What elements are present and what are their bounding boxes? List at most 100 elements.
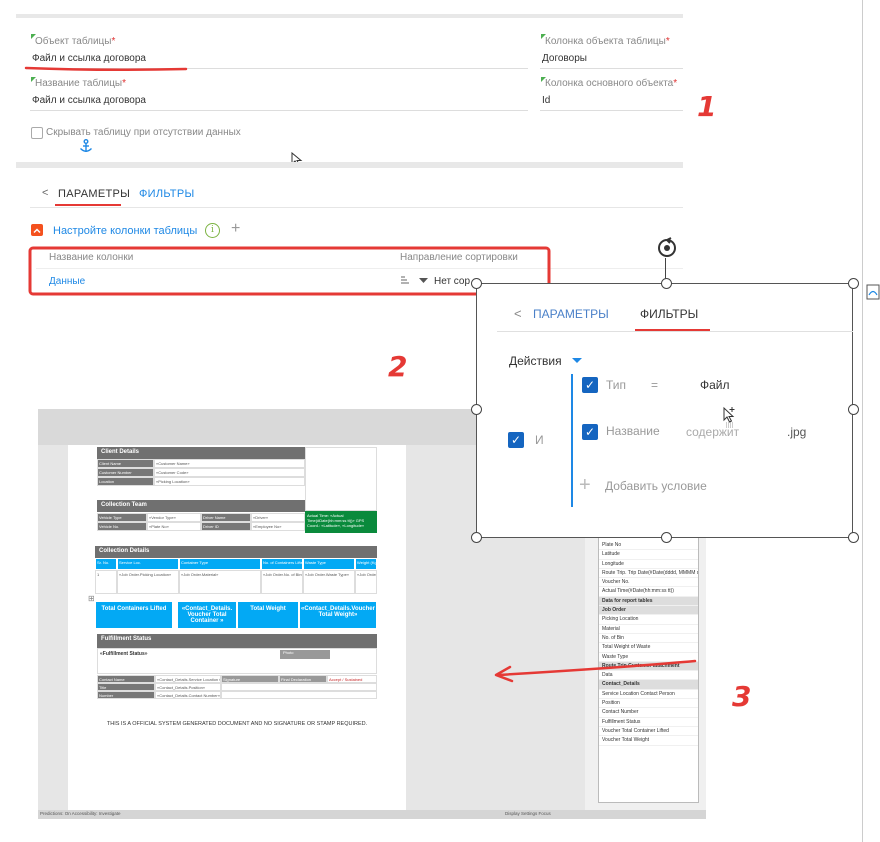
right-border [862, 0, 863, 842]
list-item[interactable]: Contact Number [599, 708, 698, 718]
list-item[interactable]: Longitude [599, 560, 698, 569]
field-underline [30, 110, 528, 111]
annotation-marker-3: 3 [732, 680, 752, 713]
list-item[interactable]: Fulfillment Status [599, 718, 698, 727]
condition-checkbox[interactable]: ✓ [582, 377, 598, 393]
table-row: Customer Number «Customer Code» [97, 468, 305, 477]
list-item[interactable]: Voucher No. [599, 578, 698, 588]
annotation-marker-1: 1 [697, 90, 717, 123]
rotate-handle-line [665, 258, 666, 280]
list-item[interactable]: Service Location Contact Person [599, 690, 698, 700]
list-item[interactable]: Voucher Total Weight [599, 736, 698, 746]
list-item[interactable]: Plate No [599, 541, 698, 551]
document-footer-text: THIS IS A OFFICIAL SYSTEM GENERATED DOCU… [106, 721, 368, 727]
list-item[interactable]: No. of Bin [599, 634, 698, 644]
table-name-field[interactable]: Файл и ссылка договора [32, 95, 522, 106]
table-cell: Title [97, 683, 155, 691]
popup-tab-parameters[interactable]: ПАРАМЕТРЫ [533, 307, 609, 321]
table-row: Vehicle No. «Plate No» Driver ID «Employee … [97, 522, 305, 531]
condition-checkbox[interactable]: ✓ [582, 424, 598, 440]
table-cell: Vehicle Type [97, 513, 147, 522]
popup-tab-filters[interactable]: ФИЛЬТРЫ [640, 307, 698, 321]
condition-value[interactable]: Файл [700, 378, 730, 392]
list-item[interactable]: Voucher Total Container Lifted [599, 727, 698, 737]
condition-operator[interactable]: = [651, 378, 658, 392]
status-left-text: Predictions: On Accessibility: Investiga… [40, 811, 121, 816]
table-cell: Driver ID [201, 522, 251, 531]
list-item[interactable]: Position [599, 699, 698, 709]
list-item[interactable]: Actual Time(#Date(hh:mm:ss tt)) [599, 587, 698, 597]
list-item[interactable]: Picking Location [599, 615, 698, 625]
tab-back-arrow-icon[interactable]: < [42, 187, 49, 199]
resize-handle-top[interactable] [661, 278, 672, 289]
resize-handle-bottom[interactable] [661, 532, 672, 543]
add-column-icon[interactable]: + [231, 220, 240, 238]
actions-chevron-down-icon[interactable] [572, 358, 582, 364]
required-asterisk: * [665, 36, 670, 47]
info-icon[interactable]: i [205, 223, 220, 238]
condition-field[interactable]: Название [606, 424, 660, 438]
table-cell: 1 [95, 570, 117, 594]
list-item[interactable]: Total Weight of Waste [599, 643, 698, 653]
red-arrow-annotation [494, 659, 697, 683]
table-row: Vehicle Type «Vendor Type» Driver Name «Dri… [97, 513, 305, 522]
resize-handle-bottom-left[interactable] [471, 532, 482, 543]
table-cell: Driver Name [201, 513, 251, 522]
table-cell: «Contact_Details.Position» [155, 683, 221, 691]
columns-section-title: Настройте колонки таблицы [53, 225, 198, 237]
rotate-handle-icon[interactable] [655, 236, 679, 260]
tab-parameters[interactable]: ПАРАМЕТРЫ [58, 188, 130, 200]
status-right-text: Display Settings Focus [505, 811, 551, 816]
table-object-field[interactable]: Файл и ссылка договора [32, 53, 522, 64]
list-item[interactable]: Material [599, 625, 698, 634]
gps-info-box: Actual Time: «Actual Time(#Date(hh:mm:ss… [305, 511, 377, 533]
add-condition-button[interactable]: Добавить условие [605, 479, 707, 493]
collapse-toggle[interactable] [31, 224, 43, 236]
list-item[interactable]: Latitude [599, 550, 698, 560]
group-checkbox[interactable]: ✓ [508, 432, 524, 448]
table-cell: Number [97, 691, 155, 699]
table-object-column-field[interactable]: Договоры [542, 53, 677, 64]
table-header-cell: Container Type [179, 558, 261, 570]
fulfillment-status-header: Fulfillment Status [97, 634, 377, 648]
list-group-header[interactable]: Job Order [599, 606, 698, 616]
hide-table-checkbox-label: Скрывать таблицу при отсутствии данных [46, 127, 241, 138]
annotation-marker-2: 2 [388, 350, 408, 383]
required-asterisk: * [122, 78, 127, 89]
hide-table-checkbox[interactable] [31, 127, 43, 139]
group-logic-label[interactable]: И [535, 433, 544, 447]
condition-value[interactable]: .jpg [787, 425, 806, 439]
table-row: Number «Contact_Details.Contact Number» [97, 691, 377, 699]
total-containers-label: Total Containers Lifted [96, 602, 172, 628]
main-object-column-field[interactable]: Id [542, 95, 677, 106]
resize-handle-right[interactable] [848, 404, 859, 415]
field-label-table-name: Название таблицы* [35, 78, 126, 89]
chevron-up-icon [33, 228, 41, 234]
tab-filters[interactable]: ФИЛЬТРЫ [139, 188, 195, 200]
table-cell: «Job Order.Picking Location» [117, 570, 179, 594]
list-group-header[interactable]: Data for report tables [599, 596, 698, 607]
table-header-cell: No. of Containers Lifted [261, 558, 303, 570]
list-item[interactable]: Route Trip. Trip Date(#Date(dddd, MMMM d… [599, 569, 698, 579]
add-condition-icon[interactable]: + [579, 474, 591, 497]
filters-popup [476, 283, 853, 538]
field-label-text: Колонка основного объекта [545, 78, 674, 89]
layout-options-icon[interactable] [866, 284, 880, 300]
resize-handle-left[interactable] [471, 404, 482, 415]
client-details-header: Client Details [97, 447, 305, 459]
resize-handle-top-left[interactable] [471, 278, 482, 289]
red-box-annotation [28, 246, 551, 296]
top-divider [16, 14, 683, 18]
document-status-bar [38, 810, 706, 819]
required-asterisk: * [111, 36, 116, 47]
table-cell: «Customer Code» [154, 468, 305, 477]
condition-field[interactable]: Тип [606, 378, 626, 392]
anchor-icon[interactable] [78, 138, 94, 154]
table-cell: «Job Order.Total Weight of Waste» [355, 570, 377, 594]
resize-handle-top-right[interactable] [848, 278, 859, 289]
field-underline [540, 110, 683, 111]
resize-handle-bottom-right[interactable] [848, 532, 859, 543]
field-label-table-object: Объект таблицы* [35, 36, 115, 47]
actions-menu[interactable]: Действия [509, 354, 562, 368]
popup-back-arrow-icon[interactable]: < [514, 306, 522, 321]
